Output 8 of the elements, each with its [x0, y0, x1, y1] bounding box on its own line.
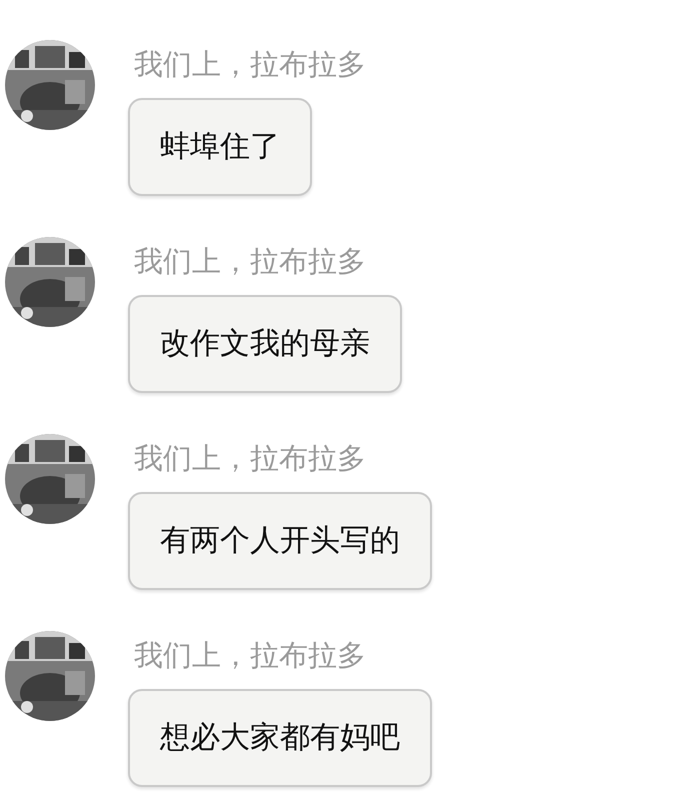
message-bubble: 改作文我的母亲: [128, 295, 402, 393]
message-bubble: 蚌埠住了: [128, 98, 312, 196]
sender-name: 我们上，拉布拉多: [133, 46, 366, 83]
sender-name: 我们上，拉布拉多: [133, 440, 366, 477]
message-bubble: 有两个人开头写的: [128, 492, 432, 590]
message-bubble: 想必大家都有妈吧: [128, 689, 432, 787]
sender-name: 我们上，拉布拉多: [133, 637, 366, 674]
sender-name: 我们上，拉布拉多: [133, 243, 366, 280]
